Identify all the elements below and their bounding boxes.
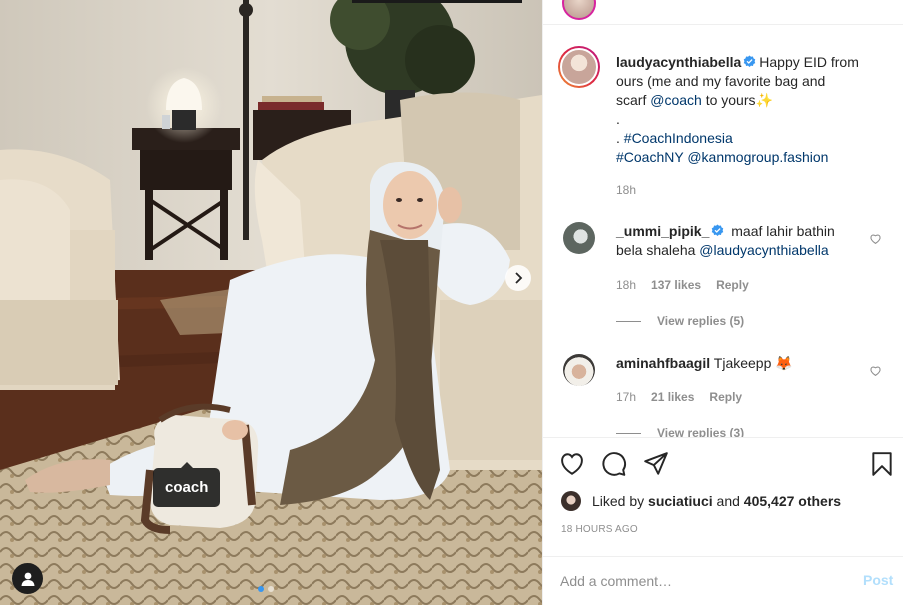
comment-form: Post bbox=[543, 556, 903, 605]
heart-icon[interactable] bbox=[559, 451, 585, 477]
liked-by-user[interactable]: suciatiuci bbox=[648, 493, 713, 509]
caption-line-5-pre: . bbox=[616, 130, 624, 146]
liked-by: Liked by suciatiuci and 405,427 others bbox=[561, 491, 841, 511]
caption-avatar[interactable] bbox=[558, 46, 600, 88]
photo-scene bbox=[0, 0, 542, 605]
chevron-right-icon bbox=[515, 272, 523, 284]
comment-avatar-aminah[interactable] bbox=[563, 354, 595, 386]
caption-dot-line: . bbox=[616, 111, 620, 127]
top-overlay-bar bbox=[352, 0, 522, 3]
view-replies-ummi[interactable]: View replies (5) bbox=[616, 314, 744, 328]
comment-username-aminah[interactable]: aminahfbaagil bbox=[616, 355, 710, 371]
caption-line-1: Happy EID from bbox=[759, 54, 859, 70]
user-tags-button[interactable] bbox=[12, 563, 43, 594]
comments-list[interactable]: laudyacynthiabella Happy EID from ours (m… bbox=[543, 26, 903, 437]
share-icon[interactable] bbox=[643, 451, 669, 477]
caption-text: laudyacynthiabella Happy EID from ours (m… bbox=[616, 53, 886, 167]
comment-input[interactable] bbox=[560, 569, 850, 593]
post-header bbox=[543, 0, 903, 25]
comment-mention-ummi[interactable]: @laudyacynthiabella bbox=[699, 242, 828, 258]
action-icons bbox=[559, 451, 669, 477]
caption-username[interactable]: laudyacynthiabella bbox=[616, 54, 741, 70]
post-comment-button[interactable]: Post bbox=[863, 572, 893, 588]
post-photo[interactable]: coach bbox=[0, 0, 542, 605]
comment-time-aminah[interactable]: 17h bbox=[616, 390, 636, 404]
save-icon[interactable] bbox=[869, 451, 895, 477]
comment-icon[interactable] bbox=[601, 451, 627, 477]
post-timestamp[interactable]: 18 HOURS AGO bbox=[561, 524, 638, 535]
caption-line-3-post: to yours bbox=[705, 92, 756, 108]
liked-by-prefix: Liked by bbox=[592, 493, 645, 509]
mention-kanmogroup[interactable]: @kanmogroup.fashion bbox=[687, 149, 828, 165]
post-actions: Liked by suciatiuci and 405,427 others 1… bbox=[543, 437, 903, 593]
carousel-dots bbox=[258, 586, 274, 592]
product-tag-label: coach bbox=[165, 479, 209, 496]
heart-icon[interactable] bbox=[869, 364, 882, 377]
header-avatar[interactable] bbox=[562, 0, 596, 20]
comment-username-ummi[interactable]: _ummi_pipik_ bbox=[616, 223, 709, 239]
heart-icon[interactable] bbox=[869, 232, 882, 245]
product-tag[interactable]: coach bbox=[153, 462, 221, 507]
comment-body-ummi: maaf lahir bathin bbox=[731, 223, 835, 239]
comment-body-ummi-2: bela shaleha bbox=[616, 242, 696, 258]
comment-text-aminah: aminahfbaagil Tjakeepp 🦊 bbox=[616, 354, 856, 373]
comment-body-aminah: Tjakeepp bbox=[713, 355, 772, 371]
verified-icon bbox=[744, 55, 756, 67]
hashtag-coachny[interactable]: #CoachNY bbox=[616, 149, 683, 165]
carousel-dot-1 bbox=[258, 586, 264, 592]
view-replies-ummi-label: View replies (5) bbox=[657, 314, 745, 328]
comment-likes-ummi[interactable]: 137 likes bbox=[651, 278, 701, 292]
liked-by-and: and bbox=[716, 493, 740, 509]
caption-line-2: ours (me and my favorite bag and bbox=[616, 73, 826, 89]
liked-by-others[interactable]: 405,427 others bbox=[744, 493, 841, 509]
post-side-panel: laudyacynthiabella Happy EID from ours (m… bbox=[542, 0, 903, 605]
comment-avatar-ummi[interactable] bbox=[563, 222, 595, 254]
comment-reply-aminah[interactable]: Reply bbox=[709, 390, 742, 404]
carousel-dot-2 bbox=[268, 586, 274, 592]
liked-by-avatar[interactable] bbox=[561, 491, 581, 511]
verified-icon bbox=[712, 224, 724, 236]
hashtag-coachindonesia[interactable]: #CoachIndonesia bbox=[624, 130, 733, 146]
view-replies-aminah[interactable]: View replies (3) bbox=[616, 426, 744, 437]
comment-time-ummi[interactable]: 18h bbox=[616, 278, 636, 292]
caption-meta: 18h bbox=[616, 183, 636, 197]
sparkle-emoji: ✨ bbox=[755, 92, 773, 108]
comment-reply-ummi[interactable]: Reply bbox=[716, 278, 749, 292]
view-replies-aminah-label: View replies (3) bbox=[657, 426, 745, 437]
caption-line-3-pre: scarf bbox=[616, 92, 647, 108]
next-photo-button[interactable] bbox=[505, 265, 531, 291]
caption-time[interactable]: 18h bbox=[616, 183, 636, 197]
user-tag-icon bbox=[21, 572, 34, 586]
comment-meta-aminah: 17h 21 likes Reply bbox=[616, 390, 742, 404]
comment-text-ummi: _ummi_pipik_ maaf lahir bathin bela shal… bbox=[616, 222, 856, 260]
fox-emoji: 🦊 bbox=[775, 355, 793, 371]
caption-mention-coach[interactable]: @coach bbox=[650, 92, 702, 108]
comment-likes-aminah[interactable]: 21 likes bbox=[651, 390, 694, 404]
comment-meta-ummi: 18h 137 likes Reply bbox=[616, 278, 749, 292]
